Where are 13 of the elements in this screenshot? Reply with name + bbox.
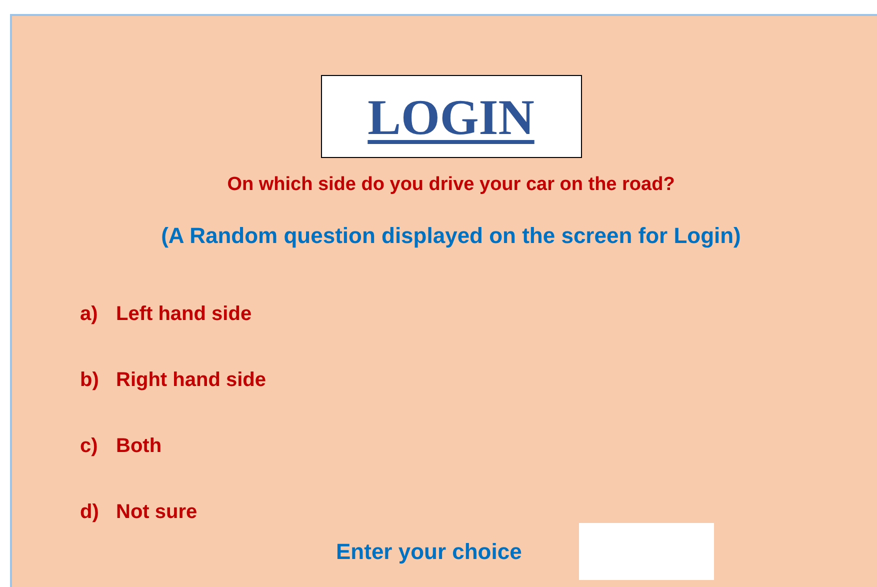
choice-input[interactable] xyxy=(579,523,714,580)
option-letter: d) xyxy=(80,501,100,523)
option-letter: c) xyxy=(80,435,99,457)
option-text: Left hand side xyxy=(116,303,252,325)
option-letter: b) xyxy=(80,369,100,391)
question-text: On which side do you drive your car on the road? xyxy=(227,174,675,196)
option-letter: a) xyxy=(80,303,99,325)
option-text: Right hand side xyxy=(116,369,266,391)
option-text: Both xyxy=(116,435,162,457)
choice-label: Enter your choice xyxy=(336,538,523,566)
login-title: LOGIN xyxy=(368,92,534,142)
note-text: (A Random question displayed on the screen for Login) xyxy=(161,224,741,248)
option-text: Not sure xyxy=(116,501,198,523)
